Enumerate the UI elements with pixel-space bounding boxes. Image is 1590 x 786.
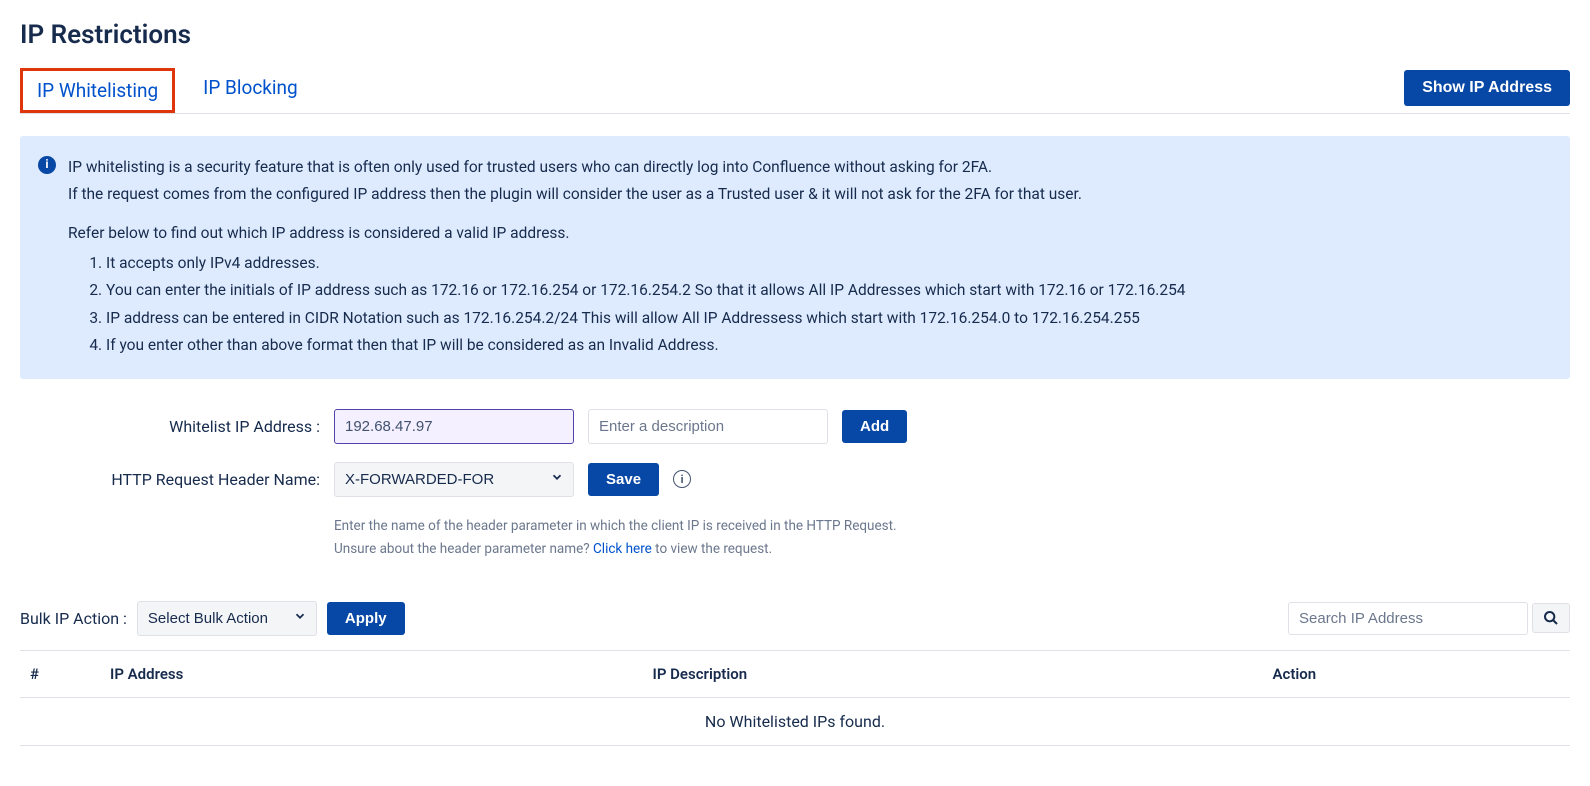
save-button[interactable]: Save [588,463,659,496]
info-rule: You can enter the initials of IP address… [106,278,1548,304]
table-empty-message: No Whitelisted IPs found. [20,697,1570,745]
col-ip-address: IP Address [100,650,643,697]
bulk-action-label: Bulk IP Action : [20,609,127,628]
info-rule: If you enter other than above format the… [106,333,1548,359]
http-header-help: Enter the name of the header parameter i… [334,515,1570,561]
col-number: # [20,650,100,697]
tabs: IP Whitelisting IP Blocking [20,68,312,113]
info-text-line2: If the request comes from the configured… [68,182,1548,208]
help-icon[interactable]: i [673,470,691,488]
page-title: IP Restrictions [20,20,1570,50]
search-icon [1543,610,1559,626]
help-text-line2a: Unsure about the header parameter name? [334,541,593,557]
search-ip-input[interactable] [1288,602,1528,635]
http-header-row: HTTP Request Header Name: Save i [20,462,1570,497]
bulk-select-wrap [137,601,317,636]
http-header-label: HTTP Request Header Name: [20,470,320,489]
http-header-select-wrap [334,462,574,497]
http-header-select[interactable] [334,462,574,497]
search-wrap [1288,602,1570,635]
tab-ip-blocking[interactable]: IP Blocking [189,68,312,113]
info-panel: i IP whitelisting is a security feature … [20,136,1570,379]
bulk-action-select[interactable] [137,601,317,636]
col-ip-description: IP Description [643,650,1263,697]
help-text-line1: Enter the name of the header parameter i… [334,518,897,534]
table-empty-row: No Whitelisted IPs found. [20,697,1570,745]
ip-table: # IP Address IP Description Action No Wh… [20,650,1570,746]
show-ip-address-button[interactable]: Show IP Address [1404,70,1570,106]
col-action: Action [1263,650,1571,697]
click-here-link[interactable]: Click here [593,541,652,557]
info-refer: Refer below to find out which IP address… [68,221,1548,247]
search-button[interactable] [1532,603,1570,633]
whitelist-ip-label: Whitelist IP Address : [20,417,320,436]
tab-ip-whitelisting[interactable]: IP Whitelisting [20,68,175,113]
info-icon: i [38,156,56,174]
whitelist-ip-input[interactable] [334,409,574,444]
apply-button[interactable]: Apply [327,602,405,635]
info-rules-list: It accepts only IPv4 addresses. You can … [106,251,1548,359]
whitelist-ip-row: Whitelist IP Address : Add [20,409,1570,444]
info-text-line1: IP whitelisting is a security feature th… [68,155,1548,181]
tabs-container: IP Whitelisting IP Blocking Show IP Addr… [20,68,1570,114]
info-rule: IP address can be entered in CIDR Notati… [106,306,1548,332]
help-text-line2b: to view the request. [652,541,772,557]
add-button[interactable]: Add [842,410,907,443]
info-rule: It accepts only IPv4 addresses. [106,251,1548,277]
bulk-action-row: Bulk IP Action : Apply [20,601,1570,636]
ip-description-input[interactable] [588,409,828,444]
